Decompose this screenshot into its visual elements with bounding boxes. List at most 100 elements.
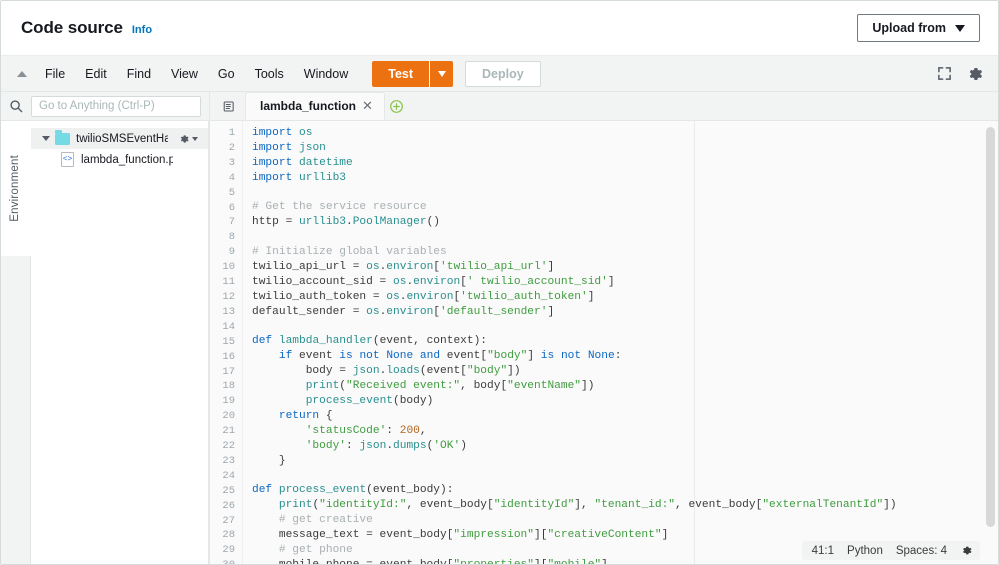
folder-context-menu-button[interactable] [178, 133, 198, 145]
code-line[interactable]: def lambda_handler(event, context): [252, 334, 998, 349]
gear-icon[interactable] [966, 65, 984, 83]
tree-row[interactable]: <> lambda_function.py [31, 149, 208, 170]
gear-icon [180, 134, 189, 143]
language-mode[interactable]: Python [847, 545, 883, 557]
code-line[interactable]: if event is not None and event["body"] i… [252, 349, 998, 364]
menu-item-view[interactable]: View [161, 62, 208, 86]
code-line[interactable]: 'body': json.dumps('OK') [252, 439, 998, 454]
line-number: 18 [222, 380, 235, 393]
code-scroll-area[interactable]: import os import json import datetime impor… [243, 121, 998, 564]
code-line[interactable]: # Get the service resource [252, 200, 998, 215]
sidebar-item-environment[interactable]: Environment [1, 121, 31, 256]
code-line[interactable]: import urllib3 [252, 171, 998, 186]
test-button[interactable]: Test [372, 60, 430, 87]
left-panel: Environment twilioSMSEventHan [1, 92, 210, 564]
expand-icon[interactable] [937, 66, 952, 81]
code-line[interactable]: twilio_auth_token = os.environ['twilio_a… [252, 290, 998, 305]
tab-label: lambda_function [260, 99, 357, 113]
menu-item-find[interactable]: Find [117, 62, 161, 86]
line-number: 26 [222, 499, 235, 512]
deploy-button[interactable]: Deploy [465, 60, 541, 87]
code-line[interactable]: # Initialize global variables [252, 245, 998, 260]
line-number: 17 [222, 365, 235, 378]
environment-label: Environment [9, 155, 21, 222]
line-number: 11 [222, 276, 235, 289]
code-line[interactable] [252, 320, 998, 335]
code-line[interactable]: import datetime [252, 156, 998, 171]
chevron-down-icon [955, 24, 965, 32]
code-line[interactable]: # get creative [252, 513, 998, 528]
line-number: 2 [228, 141, 235, 154]
indent-setting[interactable]: Spaces: 4 [896, 545, 947, 557]
code-line[interactable]: print("Received event:", body["eventName… [252, 379, 998, 394]
code-line[interactable]: twilio_account_sid = os.environ[' twilio… [252, 275, 998, 290]
code-line[interactable]: process_event(body) [252, 394, 998, 409]
line-number: 16 [222, 350, 235, 363]
editor-tab-bar: lambda_function ✕ [210, 92, 998, 121]
page-title: Code source [21, 18, 123, 37]
plus-circle-icon[interactable] [385, 92, 409, 120]
line-number: 28 [222, 529, 235, 542]
line-number: 8 [228, 231, 235, 244]
line-number: 12 [222, 290, 235, 303]
code-line[interactable] [252, 230, 998, 245]
tab-lambda-function[interactable]: lambda_function ✕ [245, 92, 385, 120]
line-number: 24 [222, 469, 235, 482]
code-line[interactable]: def process_event(event_body): [252, 483, 998, 498]
code-line[interactable]: twilio_api_url = os.environ['twilio_api_… [252, 260, 998, 275]
code-line[interactable]: default_sender = os.environ['default_sen… [252, 305, 998, 320]
test-dropdown-button[interactable] [429, 60, 454, 87]
line-number: 13 [222, 305, 235, 318]
close-icon[interactable]: ✕ [362, 98, 373, 114]
line-number-gutter: 1 2 3 4 5 6 7 8 9 10 11 12 13 14 15 16 17 18 19 20 21 22 23 24 2… [210, 121, 243, 564]
code-line[interactable] [252, 186, 998, 201]
code-line[interactable] [252, 468, 998, 483]
code-editor[interactable]: 1 2 3 4 5 6 7 8 9 10 11 12 13 14 15 16 17 18 19 20 21 22 23 24 2… [210, 121, 998, 564]
chevron-up-icon[interactable] [9, 61, 35, 87]
search-icon[interactable] [1, 99, 31, 113]
code-line[interactable]: http = urllib3.PoolManager() [252, 215, 998, 230]
tree-row[interactable]: twilioSMSEventHan [31, 128, 208, 149]
file-tree: twilioSMSEventHan <> lambda_function.py [31, 121, 208, 564]
search-input[interactable] [31, 95, 201, 117]
line-number: 27 [222, 514, 235, 527]
file-explorer: twilioSMSEventHan <> lambda_function.py [31, 121, 209, 564]
menu-bar-right-icons [937, 65, 988, 83]
test-button-group: Test [372, 60, 454, 87]
line-number: 10 [222, 261, 235, 274]
code-line[interactable]: return { [252, 409, 998, 424]
cursor-position[interactable]: 41:1 [812, 545, 834, 557]
code-line[interactable]: body = json.loads(event["body"]) [252, 364, 998, 379]
line-number: 6 [228, 201, 235, 214]
code-line[interactable]: import os [252, 126, 998, 141]
chevron-down-icon [437, 70, 446, 77]
line-number: 3 [228, 156, 235, 169]
tab-list-icon[interactable] [216, 92, 242, 120]
upload-from-button[interactable]: Upload from [857, 14, 980, 42]
panel-title-group: Code source Info [21, 18, 152, 38]
menu-item-edit[interactable]: Edit [75, 62, 117, 86]
info-link[interactable]: Info [132, 24, 152, 36]
scrollbar-thumb[interactable] [986, 127, 995, 527]
menu-item-go[interactable]: Go [208, 62, 245, 86]
menu-item-file[interactable]: File [35, 62, 75, 86]
vertical-scrollbar[interactable] [985, 125, 996, 560]
code-content[interactable]: import os import json import datetime impor… [252, 126, 998, 564]
menu-item-window[interactable]: Window [294, 62, 358, 86]
code-line[interactable]: print("identityId:", event_body["identit… [252, 498, 998, 513]
line-number: 15 [222, 335, 235, 348]
line-number: 25 [222, 484, 235, 497]
menu-item-tools[interactable]: Tools [245, 62, 294, 86]
tree-file-label: lambda_function.py [81, 153, 173, 166]
gear-icon[interactable] [960, 544, 973, 557]
line-number: 30 [210, 558, 235, 564]
ide-body: Environment twilioSMSEventHan [1, 92, 998, 564]
chevron-down-icon [192, 136, 198, 141]
code-line[interactable]: import json [252, 141, 998, 156]
line-number: 19 [222, 395, 235, 408]
environment-rail: Environment [1, 121, 31, 564]
code-line[interactable]: 'statusCode': 200, [252, 424, 998, 439]
left-panel-body: Environment twilioSMSEventHan <> lambda_… [1, 121, 209, 564]
caret-down-icon[interactable] [42, 136, 50, 141]
code-line[interactable]: } [252, 454, 998, 469]
